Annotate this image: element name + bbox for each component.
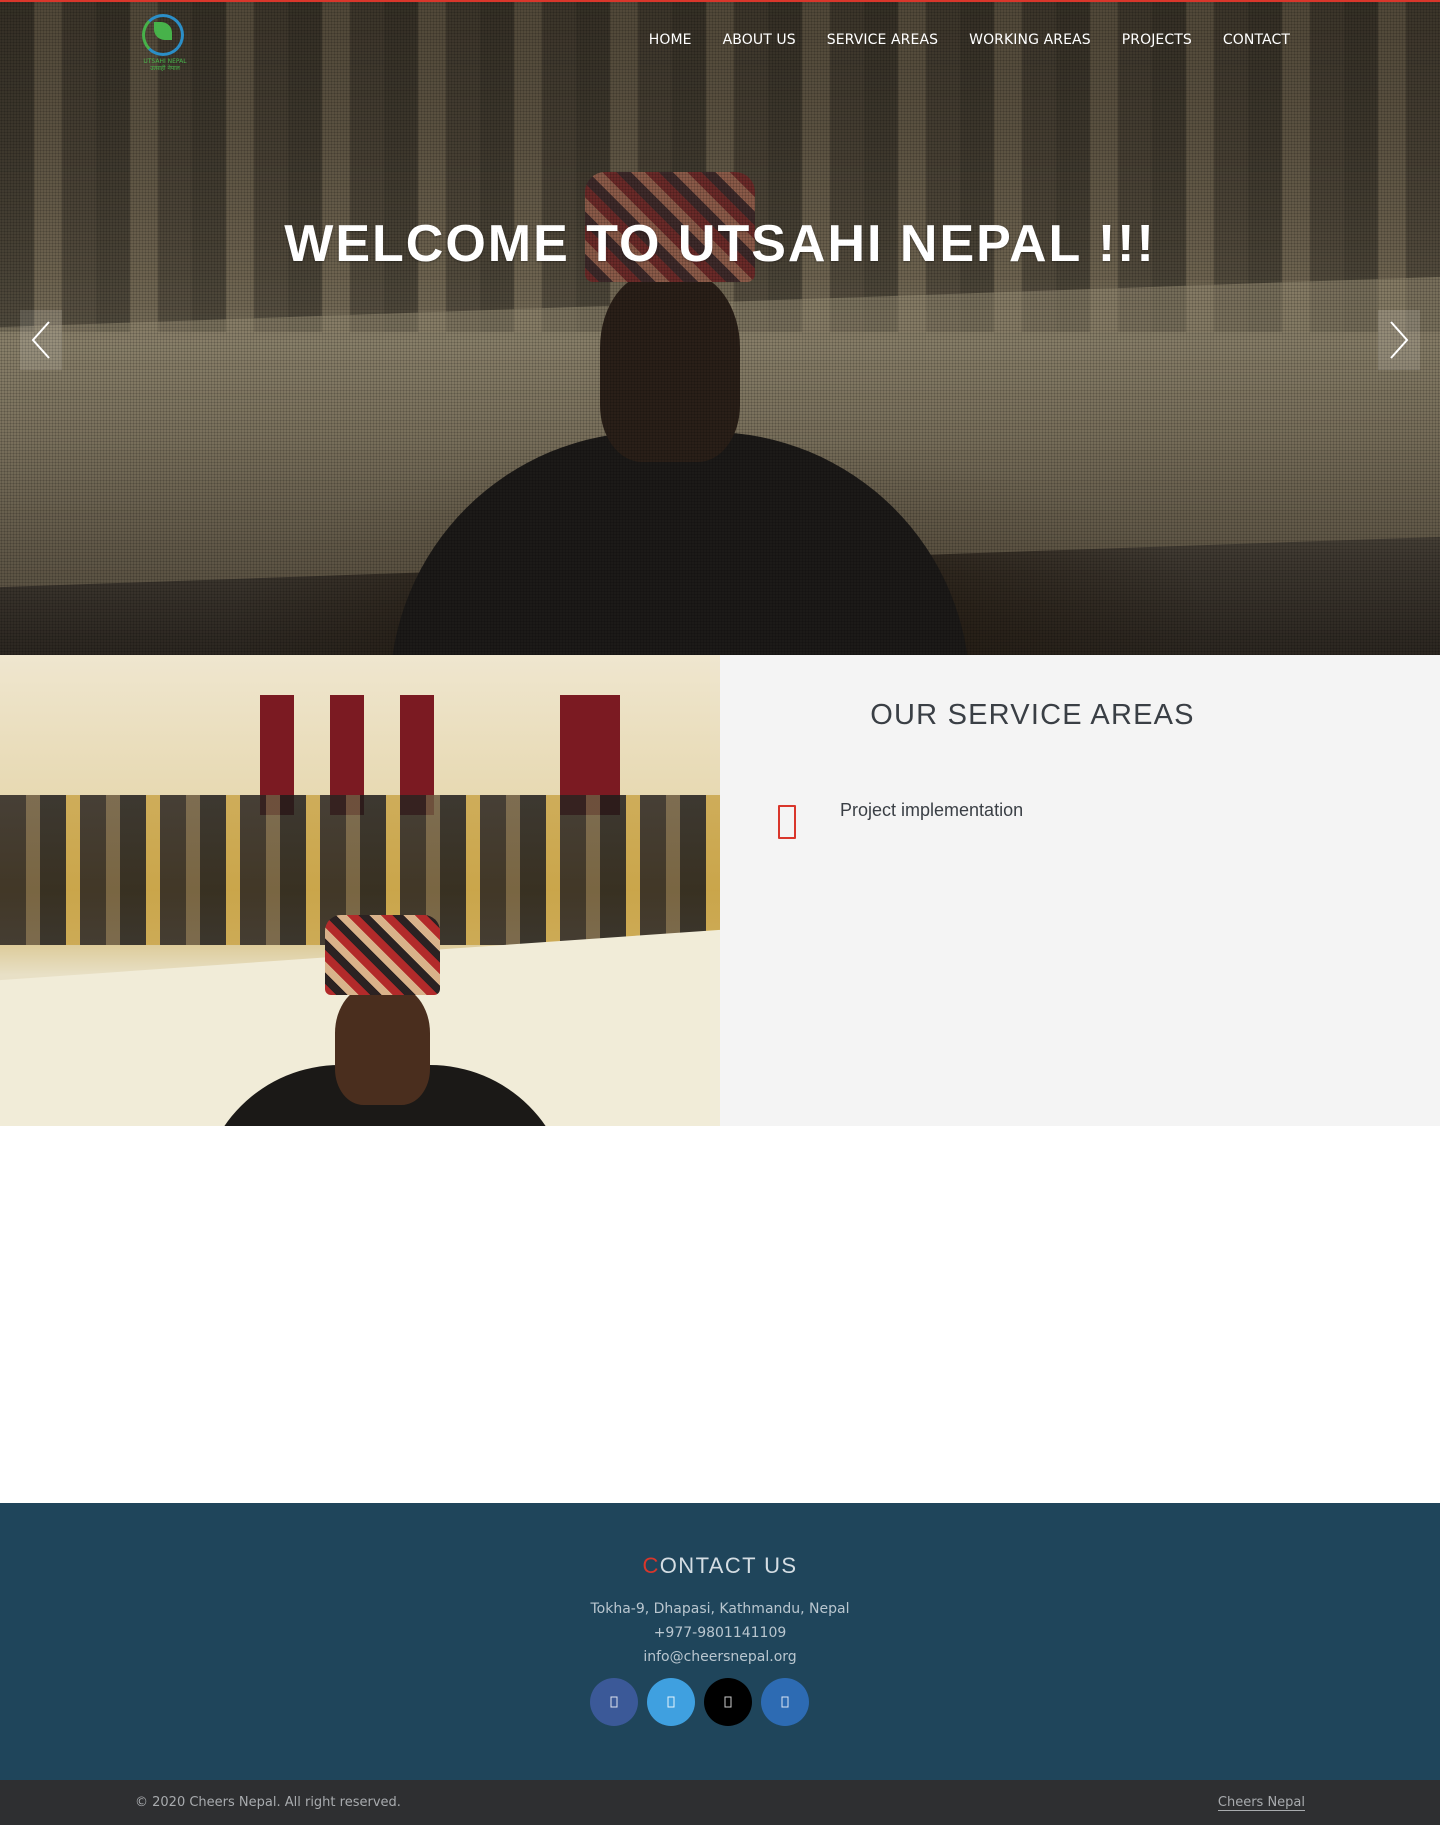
facebook-button[interactable]: [590, 1678, 638, 1726]
hero-dot-overlay: [0, 2, 1440, 655]
logo-text-en: UTSAHI NEPAL: [143, 58, 187, 65]
logo-text-np: उत्साही नेपाल: [150, 65, 180, 72]
hero-slider: UTSAHI NEPAL उत्साही नेपाल HOME ABOUT US…: [0, 0, 1440, 655]
copyright-text: © 2020 Cheers Nepal. All right reserved.: [135, 1795, 401, 1810]
social-links: [590, 1678, 809, 1726]
github-button[interactable]: [704, 1678, 752, 1726]
nav-projects[interactable]: PROJECTS: [1122, 32, 1192, 48]
logo-leaf-icon: [154, 22, 172, 40]
document-icon: [778, 805, 796, 839]
linkedin-button[interactable]: [761, 1678, 809, 1726]
service-areas-section: OUR SERVICE AREAS Project implementation: [720, 655, 1440, 1126]
nav-contact[interactable]: CONTACT: [1223, 32, 1290, 48]
facebook-icon: [610, 1696, 618, 1708]
main-nav: HOME ABOUT US SERVICE AREAS WORKING AREA…: [649, 32, 1290, 48]
contact-phone[interactable]: +977-9801141109: [0, 1625, 1440, 1641]
twitter-icon: [667, 1696, 675, 1708]
twitter-button[interactable]: [647, 1678, 695, 1726]
linkedin-icon: [781, 1696, 789, 1708]
footer-brand-link[interactable]: Cheers Nepal: [1217, 1795, 1305, 1811]
hero-title: WELCOME TO UTSAHI NEPAL !!!: [284, 215, 1156, 273]
service-areas-heading: OUR SERVICE AREAS: [870, 699, 1195, 731]
contact-section: CONTACT US Tokha-9, Dhapasi, Kathmandu, …: [0, 1503, 1440, 1780]
site-logo[interactable]: UTSAHI NEPAL उत्साही नेपाल: [138, 12, 190, 76]
nav-about-us[interactable]: ABOUT US: [723, 32, 796, 48]
nav-service-areas[interactable]: SERVICE AREAS: [827, 32, 938, 48]
slider-prev-button[interactable]: [20, 310, 62, 370]
service-item-label: Project implementation: [840, 800, 1024, 820]
contact-address: Tokha-9, Dhapasi, Kathmandu, Nepal: [590, 1601, 850, 1617]
about-photo: [0, 655, 720, 1126]
chevron-right-icon: [1390, 321, 1409, 359]
nav-home[interactable]: HOME: [649, 32, 692, 48]
nav-working-areas[interactable]: WORKING AREAS: [969, 32, 1091, 48]
slider-next-button[interactable]: [1378, 310, 1420, 370]
footer-bar: © 2020 Cheers Nepal. All right reserved.…: [0, 1780, 1440, 1825]
chevron-left-icon: [31, 321, 50, 359]
contact-heading: CONTACT US: [642, 1553, 798, 1578]
contact-email[interactable]: info@cheersnepal.org: [0, 1649, 1440, 1665]
github-icon: [724, 1696, 732, 1708]
